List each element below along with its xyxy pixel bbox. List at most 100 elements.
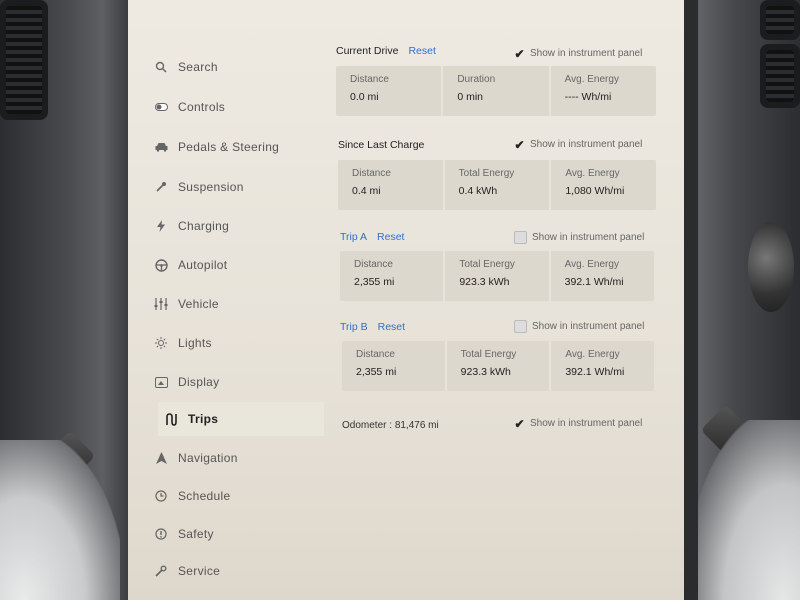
stat-value: 0.4 mi bbox=[352, 185, 381, 197]
navigation-arrow-icon bbox=[154, 451, 168, 465]
stat-label: Total Energy bbox=[459, 259, 515, 270]
current-drive-stats: Distance 0.0 mi Duration 0 min Avg. Ener… bbox=[336, 66, 656, 116]
screen-frame bbox=[684, 0, 698, 600]
stat-total-energy: Total Energy 0.4 kWh bbox=[445, 160, 552, 210]
alert-icon bbox=[154, 527, 168, 541]
stat-label: Avg. Energy bbox=[564, 74, 619, 85]
wrench-icon bbox=[154, 180, 168, 194]
sliders-icon bbox=[154, 297, 168, 311]
current-drive-reset-button[interactable]: Reset bbox=[408, 45, 435, 57]
current-drive-header: Current Drive Reset bbox=[336, 45, 436, 57]
stat-avg-energy: Avg. Energy 392.1 Wh/mi bbox=[551, 251, 654, 301]
toggle-label: Show in instrument panel bbox=[530, 418, 643, 429]
settings-sidebar: Search Controls Pedals & Steering Suspen… bbox=[128, 0, 324, 600]
lightbulb-icon bbox=[154, 336, 168, 350]
trip-a-show-toggle[interactable]: Show in instrument panel bbox=[514, 231, 644, 244]
trip-b-reset-button[interactable]: Reset bbox=[378, 321, 405, 333]
trip-b-show-toggle[interactable]: Show in instrument panel bbox=[514, 320, 644, 333]
rotary-knob[interactable] bbox=[748, 222, 794, 312]
touchscreen: Search Controls Pedals & Steering Suspen… bbox=[128, 0, 684, 600]
section-title: Trip B bbox=[340, 321, 368, 333]
stat-value: 392.1 Wh/mi bbox=[564, 276, 624, 288]
wrench-icon bbox=[154, 564, 168, 578]
stat-label: Duration bbox=[457, 74, 496, 85]
stat-value: ---- Wh/mi bbox=[564, 91, 612, 103]
stat-value: 2,355 mi bbox=[354, 276, 395, 288]
sidebar-item-controls[interactable]: Controls bbox=[154, 92, 312, 122]
stat-label: Total Energy bbox=[460, 349, 517, 360]
sidebar-item-label: Charging bbox=[178, 219, 230, 233]
stat-label: Distance bbox=[356, 349, 395, 360]
toggle-label: Show in instrument panel bbox=[530, 139, 643, 150]
stat-value: 923.3 kWh bbox=[460, 366, 511, 378]
sidebar-item-navigation[interactable]: Navigation bbox=[154, 443, 312, 473]
right-air-vent bbox=[760, 44, 800, 108]
checkbox-unchecked-icon[interactable] bbox=[514, 231, 527, 244]
stat-value: 0.0 mi bbox=[350, 91, 379, 103]
since-last-charge-show-toggle[interactable]: ✔ Show in instrument panel bbox=[514, 138, 643, 152]
sidebar-item-trips[interactable]: Trips bbox=[158, 402, 324, 436]
stat-value: 0 min bbox=[457, 91, 484, 103]
stat-distance: Distance 0.4 mi bbox=[338, 160, 445, 210]
clock-icon bbox=[154, 489, 168, 503]
sidebar-item-label: Service bbox=[178, 564, 221, 578]
section-title: Trip A bbox=[340, 231, 368, 243]
sidebar-item-lights[interactable]: Lights bbox=[154, 328, 312, 358]
sidebar-item-label: Trips bbox=[188, 412, 219, 426]
right-air-vent-top bbox=[760, 0, 800, 40]
trip-b-stats: Distance 2,355 mi Total Energy 923.3 kWh… bbox=[342, 341, 654, 391]
stat-label: Distance bbox=[350, 74, 389, 85]
sidebar-item-vehicle[interactable]: Vehicle bbox=[154, 289, 312, 319]
section-title: Since Last Charge bbox=[338, 139, 425, 151]
sidebar-item-schedule[interactable]: Schedule bbox=[154, 481, 312, 511]
stat-label: Avg. Energy bbox=[565, 349, 620, 360]
stat-label: Avg. Energy bbox=[565, 168, 620, 179]
stat-avg-energy: Avg. Energy 1,080 Wh/mi bbox=[551, 160, 656, 210]
car-icon bbox=[154, 140, 168, 154]
toggle-label: Show in instrument panel bbox=[532, 232, 645, 243]
trips-icon bbox=[164, 412, 178, 426]
trip-a-reset-button[interactable]: Reset bbox=[377, 231, 404, 243]
search-icon bbox=[154, 60, 168, 74]
sidebar-item-service[interactable]: Service bbox=[154, 556, 312, 586]
stat-label: Distance bbox=[354, 259, 393, 270]
sidebar-item-suspension[interactable]: Suspension bbox=[154, 172, 312, 202]
sidebar-item-label: Display bbox=[178, 375, 220, 389]
bolt-icon bbox=[154, 219, 168, 233]
sidebar-item-safety[interactable]: Safety bbox=[154, 519, 312, 549]
trip-a-header: Trip A Reset bbox=[340, 231, 404, 243]
stat-total-energy: Total Energy 923.3 kWh bbox=[447, 341, 552, 391]
checkbox-checked-icon[interactable]: ✔ bbox=[514, 138, 525, 152]
right-seat-leather bbox=[690, 420, 800, 600]
section-title: Current Drive bbox=[336, 45, 399, 57]
odometer-show-toggle[interactable]: ✔ Show in instrument panel bbox=[514, 417, 643, 431]
checkbox-checked-icon[interactable]: ✔ bbox=[514, 417, 525, 431]
odometer-value: 81,476 mi bbox=[394, 420, 439, 431]
since-last-charge-header: Since Last Charge bbox=[338, 139, 424, 151]
trip-b-header: Trip B Reset bbox=[340, 321, 405, 333]
current-drive-show-toggle[interactable]: ✔ Show in instrument panel bbox=[514, 47, 642, 61]
stat-value: 923.3 kWh bbox=[459, 276, 510, 288]
stat-total-energy: Total Energy 923.3 kWh bbox=[445, 251, 551, 301]
sidebar-item-label: Suspension bbox=[178, 180, 244, 194]
sidebar-item-label: Safety bbox=[178, 527, 214, 541]
sidebar-item-label: Navigation bbox=[178, 451, 238, 465]
sidebar-item-charging[interactable]: Charging bbox=[154, 211, 312, 241]
checkbox-unchecked-icon[interactable] bbox=[514, 320, 527, 333]
checkbox-checked-icon[interactable]: ✔ bbox=[514, 47, 525, 61]
stat-label: Total Energy bbox=[458, 168, 515, 179]
sidebar-item-label: Search bbox=[178, 60, 218, 74]
sidebar-item-search[interactable]: Search bbox=[154, 52, 312, 82]
sidebar-item-autopilot[interactable]: Autopilot bbox=[154, 250, 312, 280]
stat-distance: Distance 2,355 mi bbox=[342, 341, 447, 391]
stat-distance: Distance 0.0 mi bbox=[336, 66, 444, 116]
toggle-icon bbox=[154, 100, 168, 114]
stat-duration: Duration 0 min bbox=[443, 66, 551, 116]
stat-value: 2,355 mi bbox=[356, 366, 397, 378]
stat-distance: Distance 2,355 mi bbox=[340, 251, 446, 301]
sidebar-item-label: Pedals & Steering bbox=[178, 140, 280, 154]
sidebar-item-display[interactable]: Display bbox=[154, 367, 312, 397]
sidebar-item-label: Vehicle bbox=[178, 297, 219, 311]
sidebar-item-pedals-steering[interactable]: Pedals & Steering bbox=[154, 132, 312, 162]
since-last-charge-stats: Distance 0.4 mi Total Energy 0.4 kWh Avg… bbox=[338, 160, 656, 210]
